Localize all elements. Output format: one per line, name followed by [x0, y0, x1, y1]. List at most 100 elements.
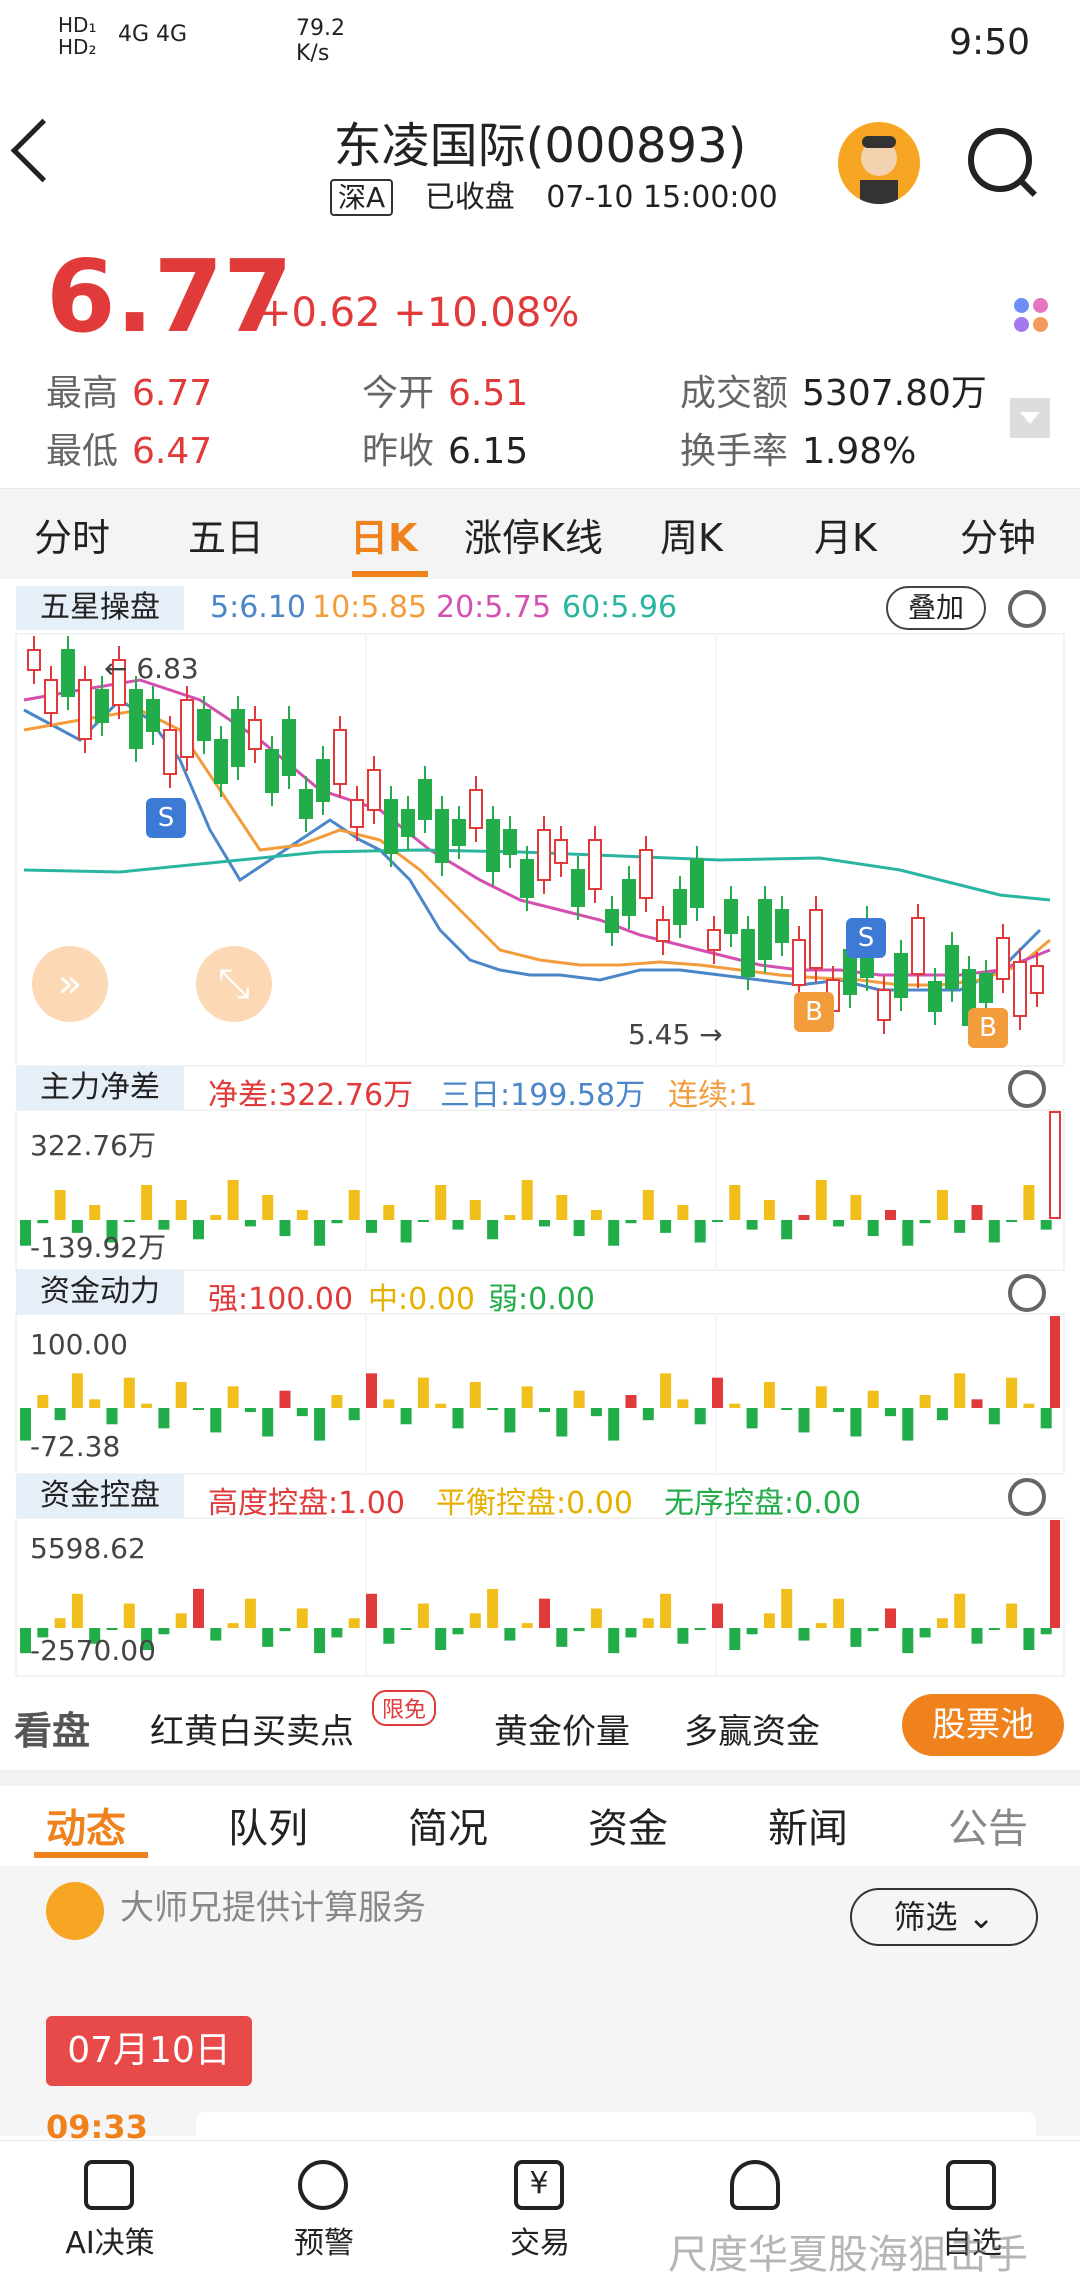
candle-body	[469, 789, 483, 829]
indicator-bar	[850, 1628, 862, 1647]
indicator-bar	[798, 1215, 810, 1220]
panel-main-net: 主力净差 净差:322.76万 三日:199.58万 连续:1	[16, 1066, 1064, 1113]
candle-body	[554, 839, 568, 864]
panel-frame	[15, 1313, 1065, 1475]
indicator-bar	[781, 1220, 793, 1240]
nav-trade[interactable]: 交易	[460, 2218, 620, 2262]
axis-top: 100.00	[30, 1328, 128, 1361]
indicator-bar	[469, 1382, 481, 1408]
nav-ai-decision[interactable]: AI决策	[30, 2218, 190, 2262]
indicator-bar	[919, 1628, 931, 1638]
indicator-bar	[504, 1408, 516, 1433]
indicator-bar	[988, 1220, 1000, 1243]
candle-body	[418, 779, 432, 820]
sell-signal[interactable]: S	[846, 918, 886, 958]
indicator-bar	[417, 1220, 429, 1222]
indicator-bar	[971, 1205, 983, 1220]
tab-queue[interactable]: 队列	[228, 1796, 308, 1854]
tab-announcement[interactable]: 公告	[948, 1796, 1028, 1854]
panel-value-a: 强:100.00	[208, 1282, 354, 1317]
indicator-bar	[262, 1408, 274, 1437]
indicator-bar	[89, 1399, 101, 1408]
tab-funds[interactable]: 资金	[588, 1796, 668, 1854]
indicator-bar	[279, 1220, 291, 1237]
candle-body	[928, 981, 942, 1012]
indicator-bar	[244, 1408, 256, 1413]
indicator-bar	[971, 1628, 983, 1644]
candle-body	[707, 929, 721, 951]
indicator-bar	[435, 1403, 447, 1408]
indicator-bar	[781, 1588, 793, 1628]
indicator-bar	[573, 1220, 585, 1237]
candle-body	[384, 799, 398, 854]
candle-body	[758, 899, 772, 960]
filter-button[interactable]: 筛选 ⌄	[850, 1888, 1038, 1946]
panel-value-c: 无序控盘:0.00	[664, 1486, 861, 1521]
axis-top: 322.76万	[30, 1129, 156, 1162]
candle-body	[214, 739, 228, 784]
panel-settings-gear-icon[interactable]	[1008, 1274, 1046, 1312]
candle-body	[673, 889, 687, 925]
indicator-bar	[677, 1205, 689, 1220]
fast-forward-icon[interactable]: »	[32, 946, 108, 1022]
indicator-bar	[694, 1408, 706, 1425]
buy-signal[interactable]: B	[794, 992, 834, 1032]
indicator-bar	[158, 1628, 170, 1635]
panel-value-c: 弱:0.00	[488, 1282, 595, 1317]
strip-item[interactable]: 黄金价量	[494, 1704, 630, 1753]
sell-signal[interactable]: S	[146, 798, 186, 838]
indicator-bar	[867, 1390, 879, 1408]
candle-body	[894, 953, 908, 998]
indicator-bar	[885, 1408, 896, 1417]
indicator-bar	[867, 1628, 879, 1632]
indicator-bar	[590, 1210, 602, 1220]
indicator-bar	[417, 1603, 429, 1628]
indicator-bar	[850, 1408, 862, 1437]
indicator-bar	[314, 1408, 326, 1441]
strip-item[interactable]: 多赢资金	[684, 1704, 820, 1753]
panel-label[interactable]: 资金动力	[16, 1270, 184, 1314]
watermark: 尺度华夏股海狙击手	[668, 2232, 1028, 2278]
candle-body	[690, 859, 704, 908]
indicator-bar	[1006, 1220, 1018, 1222]
indicator-bar	[729, 1185, 741, 1220]
indicator-bar	[383, 1399, 395, 1408]
indicator-bar	[262, 1628, 274, 1647]
indicator-bar	[729, 1628, 741, 1650]
indicator-bar	[625, 1628, 637, 1638]
candle-body	[741, 929, 755, 977]
low-marker: 5.45 →	[628, 1018, 723, 1051]
indicator-bar	[694, 1220, 706, 1243]
candle-body	[163, 729, 177, 775]
indicator-bar	[469, 1200, 481, 1220]
panel-value-c: 连续:1	[668, 1078, 758, 1113]
look-label: 看盘	[14, 1709, 91, 1753]
last-bar	[1050, 1316, 1060, 1408]
candle-body	[1030, 965, 1044, 994]
candle-body	[452, 819, 466, 846]
strip-item[interactable]: 红黄白买卖点	[150, 1704, 354, 1753]
indicator-bar	[971, 1399, 983, 1408]
candle-body	[350, 799, 364, 828]
panel-settings-gear-icon[interactable]	[1008, 1478, 1046, 1516]
indicator-bar	[729, 1403, 741, 1408]
indicator-bar	[417, 1377, 429, 1408]
indicator-bar	[262, 1195, 274, 1220]
tab-news[interactable]: 新闻	[768, 1796, 848, 1854]
panel-label[interactable]: 主力净差	[16, 1066, 184, 1110]
kline-chart[interactable]	[0, 0, 1080, 1690]
panel-settings-gear-icon[interactable]	[1008, 1070, 1046, 1108]
indicator-bar	[660, 1373, 672, 1408]
nav-alert[interactable]: 预警	[244, 2218, 404, 2262]
indicator-bar	[435, 1628, 447, 1650]
indicator-bar	[175, 1613, 187, 1628]
buy-signal[interactable]: B	[968, 1008, 1008, 1048]
indicator-bar	[279, 1390, 291, 1408]
fullscreen-icon[interactable]: ⤡	[196, 946, 272, 1022]
indicator-bar	[642, 1408, 654, 1421]
tab-profile[interactable]: 简况	[408, 1796, 488, 1854]
tab-dynamic[interactable]: 动态	[46, 1796, 126, 1854]
panel-label[interactable]: 资金控盘	[16, 1474, 184, 1518]
stock-pool-button[interactable]: 股票池	[902, 1694, 1064, 1756]
indicator-bar	[1023, 1628, 1035, 1650]
